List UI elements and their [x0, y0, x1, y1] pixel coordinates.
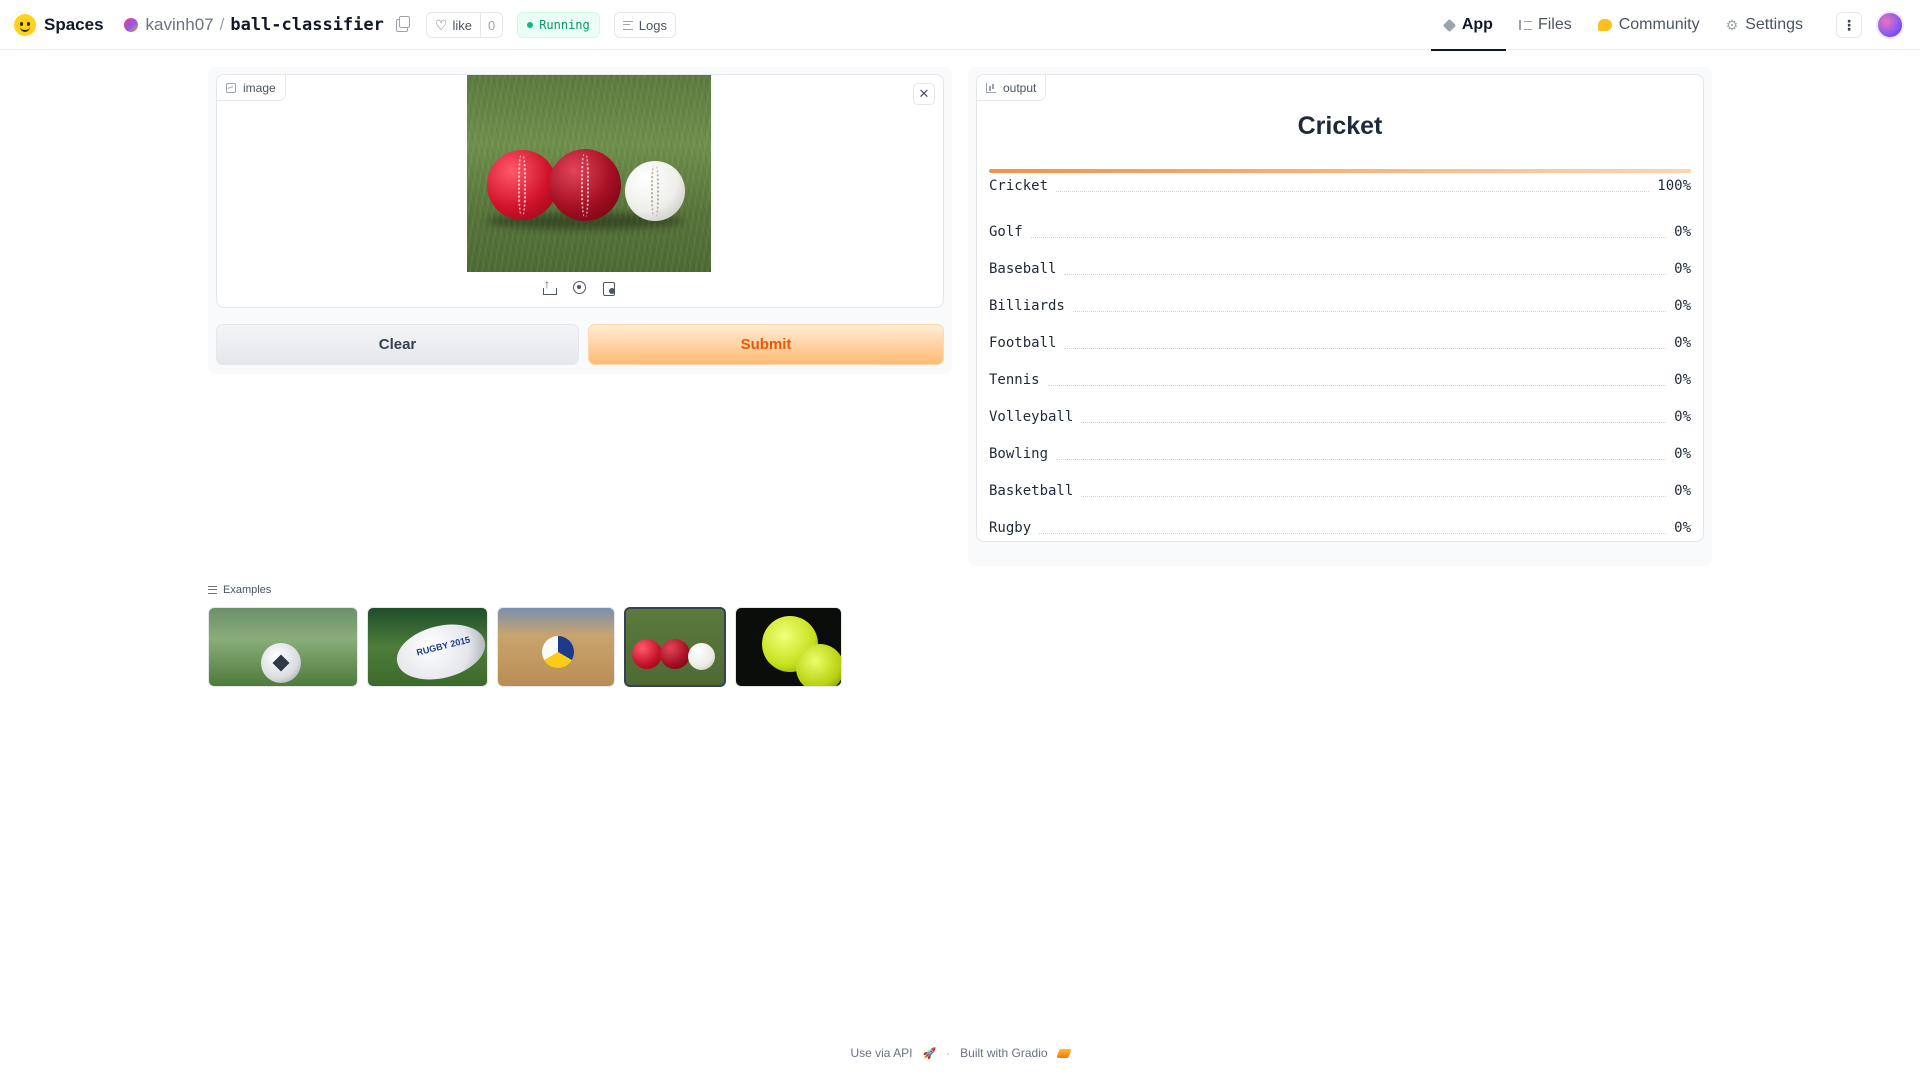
- confidence-value: 0%: [1674, 372, 1691, 388]
- image-block-label: image: [217, 75, 286, 101]
- confidence-label: Baseball: [989, 261, 1057, 277]
- confidence-value: 0%: [1674, 298, 1691, 314]
- like-count[interactable]: 0: [479, 13, 502, 37]
- status-label: Running: [539, 18, 590, 32]
- logs-icon: [622, 20, 633, 30]
- image-input[interactable]: image ✕: [216, 74, 944, 308]
- logs-label: Logs: [638, 17, 667, 33]
- community-icon: [1597, 19, 1612, 31]
- clipboard-icon[interactable]: [601, 280, 617, 296]
- example-cricket-balls[interactable]: [624, 607, 726, 687]
- confidence-row: Cricket 100%: [989, 169, 1691, 206]
- status-dot-icon: [527, 22, 534, 28]
- chart-icon: [986, 82, 996, 93]
- files-icon: [1518, 20, 1532, 30]
- uploaded-image: [467, 75, 711, 272]
- confidence-label: Golf: [989, 224, 1023, 240]
- footer-separator: ·: [946, 1046, 951, 1060]
- examples-header: Examples: [208, 582, 271, 598]
- examples-gallery: RUGBY 2015: [208, 607, 842, 687]
- clear-button[interactable]: Clear: [216, 324, 579, 365]
- example-volleyball[interactable]: [497, 607, 615, 687]
- confidence-value: 0%: [1674, 409, 1691, 425]
- gear-icon: ⚙: [1725, 16, 1739, 33]
- confidence-row: Volleyball 0%: [989, 391, 1691, 428]
- confidence-row: Baseball 0%: [989, 243, 1691, 280]
- confidence-label: Tennis: [989, 372, 1040, 388]
- confidence-row: Billiards 0%: [989, 280, 1691, 317]
- tab-settings-label: Settings: [1745, 16, 1803, 33]
- confidence-row: Football 0%: [989, 317, 1691, 354]
- webcam-icon[interactable]: [571, 280, 587, 296]
- image-label: image: [243, 80, 276, 95]
- remove-image-button[interactable]: ✕: [913, 83, 935, 105]
- profile-avatar[interactable]: [1876, 11, 1904, 39]
- confidence-label: Bowling: [989, 446, 1049, 462]
- copy-icon[interactable]: [395, 15, 410, 32]
- image-source-toolbar: [541, 277, 617, 296]
- input-panel: image ✕ Clear Submit: [208, 67, 952, 374]
- upload-icon[interactable]: [541, 277, 557, 296]
- predicted-label: Cricket: [1297, 112, 1383, 140]
- confidence-row: Tennis 0%: [989, 354, 1691, 391]
- top-bar: Spaces kavinh07 / ball-classifier ♡ like…: [0, 0, 1920, 51]
- owner-link[interactable]: kavinh07: [146, 15, 214, 35]
- confidence-row: Rugby 0%: [989, 502, 1691, 539]
- confidence-label: Volleyball: [989, 409, 1074, 425]
- confidence-label: Basketball: [989, 483, 1074, 499]
- use-api-link[interactable]: Use via API: [850, 1046, 912, 1060]
- confidence-label: Cricket: [989, 178, 1049, 194]
- built-with-gradio-link[interactable]: Built with Gradio: [960, 1046, 1047, 1060]
- confidence-value: 0%: [1674, 335, 1691, 351]
- path-separator: /: [219, 15, 225, 34]
- example-rugby-ball[interactable]: RUGBY 2015: [367, 607, 488, 687]
- tab-settings[interactable]: ⚙ Settings: [1713, 0, 1816, 50]
- example-tennis-balls[interactable]: [735, 607, 842, 687]
- spaces-link[interactable]: Spaces: [44, 15, 104, 35]
- confidence-value: 0%: [1674, 224, 1691, 240]
- like-button[interactable]: ♡ like 0: [425, 12, 504, 38]
- list-icon: [208, 586, 217, 594]
- tab-files-label: Files: [1537, 16, 1572, 33]
- repo-name[interactable]: ball-classifier: [230, 15, 384, 35]
- gradio-logo-icon: [1055, 1048, 1072, 1058]
- heart-icon: ♡: [434, 17, 448, 33]
- confidence-label: Football: [989, 335, 1057, 351]
- output-label: output: [1003, 80, 1037, 95]
- tab-community[interactable]: Community: [1585, 0, 1713, 50]
- submit-button[interactable]: Submit: [588, 324, 944, 365]
- footer: Use via API 🚀 · Built with Gradio: [0, 1046, 1920, 1060]
- examples-section: Examples RUGBY 2015: [208, 582, 842, 687]
- status-badge[interactable]: Running: [517, 12, 600, 38]
- app-icon: [1442, 18, 1456, 32]
- output-panel: output Cricket Cricket 100% Golf 0% Baseball…: [968, 67, 1712, 566]
- image-icon: [226, 82, 236, 93]
- example-soccer-ball[interactable]: [208, 607, 358, 687]
- rocket-icon: 🚀: [922, 1047, 937, 1060]
- tab-app[interactable]: App: [1430, 0, 1507, 51]
- like-label: like: [452, 17, 472, 33]
- confidence-value: 0%: [1674, 261, 1691, 277]
- confidence-row: Golf 0%: [989, 206, 1691, 243]
- confidence-value: 0%: [1674, 483, 1691, 499]
- confidence-value: 0%: [1674, 520, 1691, 536]
- tab-files[interactable]: Files: [1506, 0, 1585, 50]
- confidence-row: Basketball 0%: [989, 465, 1691, 502]
- confidence-list: Cricket 100% Golf 0% Baseball 0% Billiards 0% Fo…: [989, 169, 1691, 539]
- confidence-label: Rugby: [989, 520, 1032, 536]
- confidence-row: Bowling 0%: [989, 428, 1691, 465]
- tab-community-label: Community: [1618, 16, 1700, 33]
- more-options-button[interactable]: ⋮: [1836, 12, 1862, 38]
- confidence-value: 100%: [1657, 178, 1691, 194]
- tab-app-label: App: [1461, 16, 1493, 33]
- examples-label: Examples: [223, 584, 272, 596]
- huggingface-logo-icon[interactable]: [14, 14, 36, 36]
- owner-avatar[interactable]: [123, 18, 138, 32]
- logs-button[interactable]: Logs: [613, 12, 676, 38]
- confidence-label: Billiards: [989, 298, 1065, 314]
- confidence-value: 0%: [1674, 446, 1691, 462]
- output-block-label: output: [977, 75, 1047, 101]
- output-label-component: output Cricket Cricket 100% Golf 0% Baseball…: [976, 74, 1704, 542]
- confidence-bar: [989, 169, 1691, 173]
